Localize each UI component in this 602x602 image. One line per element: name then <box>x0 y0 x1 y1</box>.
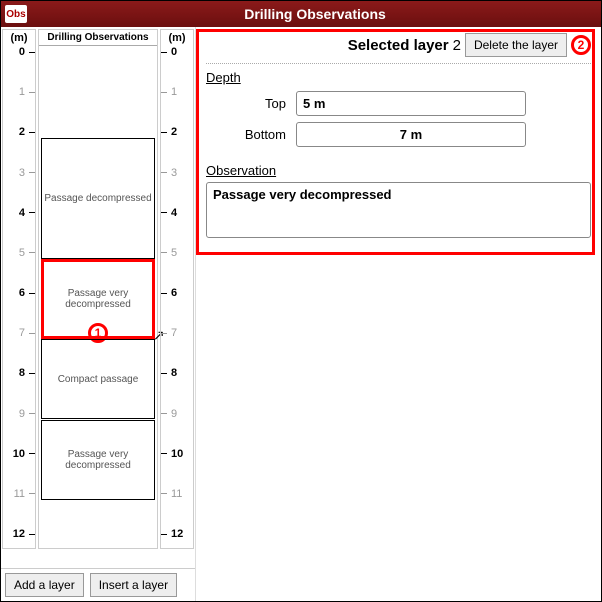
observation-section-header: Observation <box>206 163 591 178</box>
bottom-label: Bottom <box>206 127 286 142</box>
selected-layer-number: 2 <box>453 37 461 54</box>
add-layer-button[interactable]: Add a layer <box>5 573 84 597</box>
scale-unit-right: (m) <box>161 30 193 46</box>
obs-column-header: Drilling Observations <box>39 30 157 46</box>
left-panel: (m) 0123456789101112 Drilling Observatio… <box>1 27 196 601</box>
observations-column[interactable]: Drilling Observations Passage decompress… <box>38 29 158 549</box>
delete-layer-button[interactable]: Delete the layer <box>465 33 567 57</box>
left-depth-scale: (m) 0123456789101112 <box>2 29 36 549</box>
insert-layer-button[interactable]: Insert a layer <box>90 573 177 597</box>
layer-box[interactable]: Passage decompressed <box>41 138 155 259</box>
right-panel: Selected layer 2 Delete the layer 2 Dept… <box>196 27 601 601</box>
depth-section-header: Depth <box>206 70 591 85</box>
window-title: Drilling Observations <box>33 6 597 22</box>
layer-box[interactable]: Passage very decompressed <box>41 420 155 500</box>
scale-unit-left: (m) <box>3 30 35 46</box>
top-depth-input[interactable] <box>296 91 526 116</box>
right-depth-scale: (m) 0123456789101112 <box>160 29 194 549</box>
app-window: Obs Drilling Observations (m) 0123456789… <box>0 0 602 602</box>
layer-box[interactable]: Compact passage <box>41 339 155 419</box>
bottom-depth-input[interactable] <box>296 122 526 147</box>
log-chart[interactable]: (m) 0123456789101112 Drilling Observatio… <box>1 27 195 569</box>
selected-layer-label: Selected layer <box>348 37 449 54</box>
app-icon: Obs <box>5 5 27 23</box>
annotation-badge-2: 2 <box>571 35 591 55</box>
selected-layer-row: Selected layer 2 Delete the layer 2 <box>206 33 591 64</box>
observation-textarea[interactable]: Passage very decompressed <box>206 182 591 238</box>
top-label: Top <box>206 96 286 111</box>
layer-box[interactable]: Passage very decompressed <box>41 259 155 339</box>
title-bar[interactable]: Obs Drilling Observations <box>1 1 601 27</box>
layer-buttons-row: Add a layer Insert a layer <box>1 569 195 601</box>
